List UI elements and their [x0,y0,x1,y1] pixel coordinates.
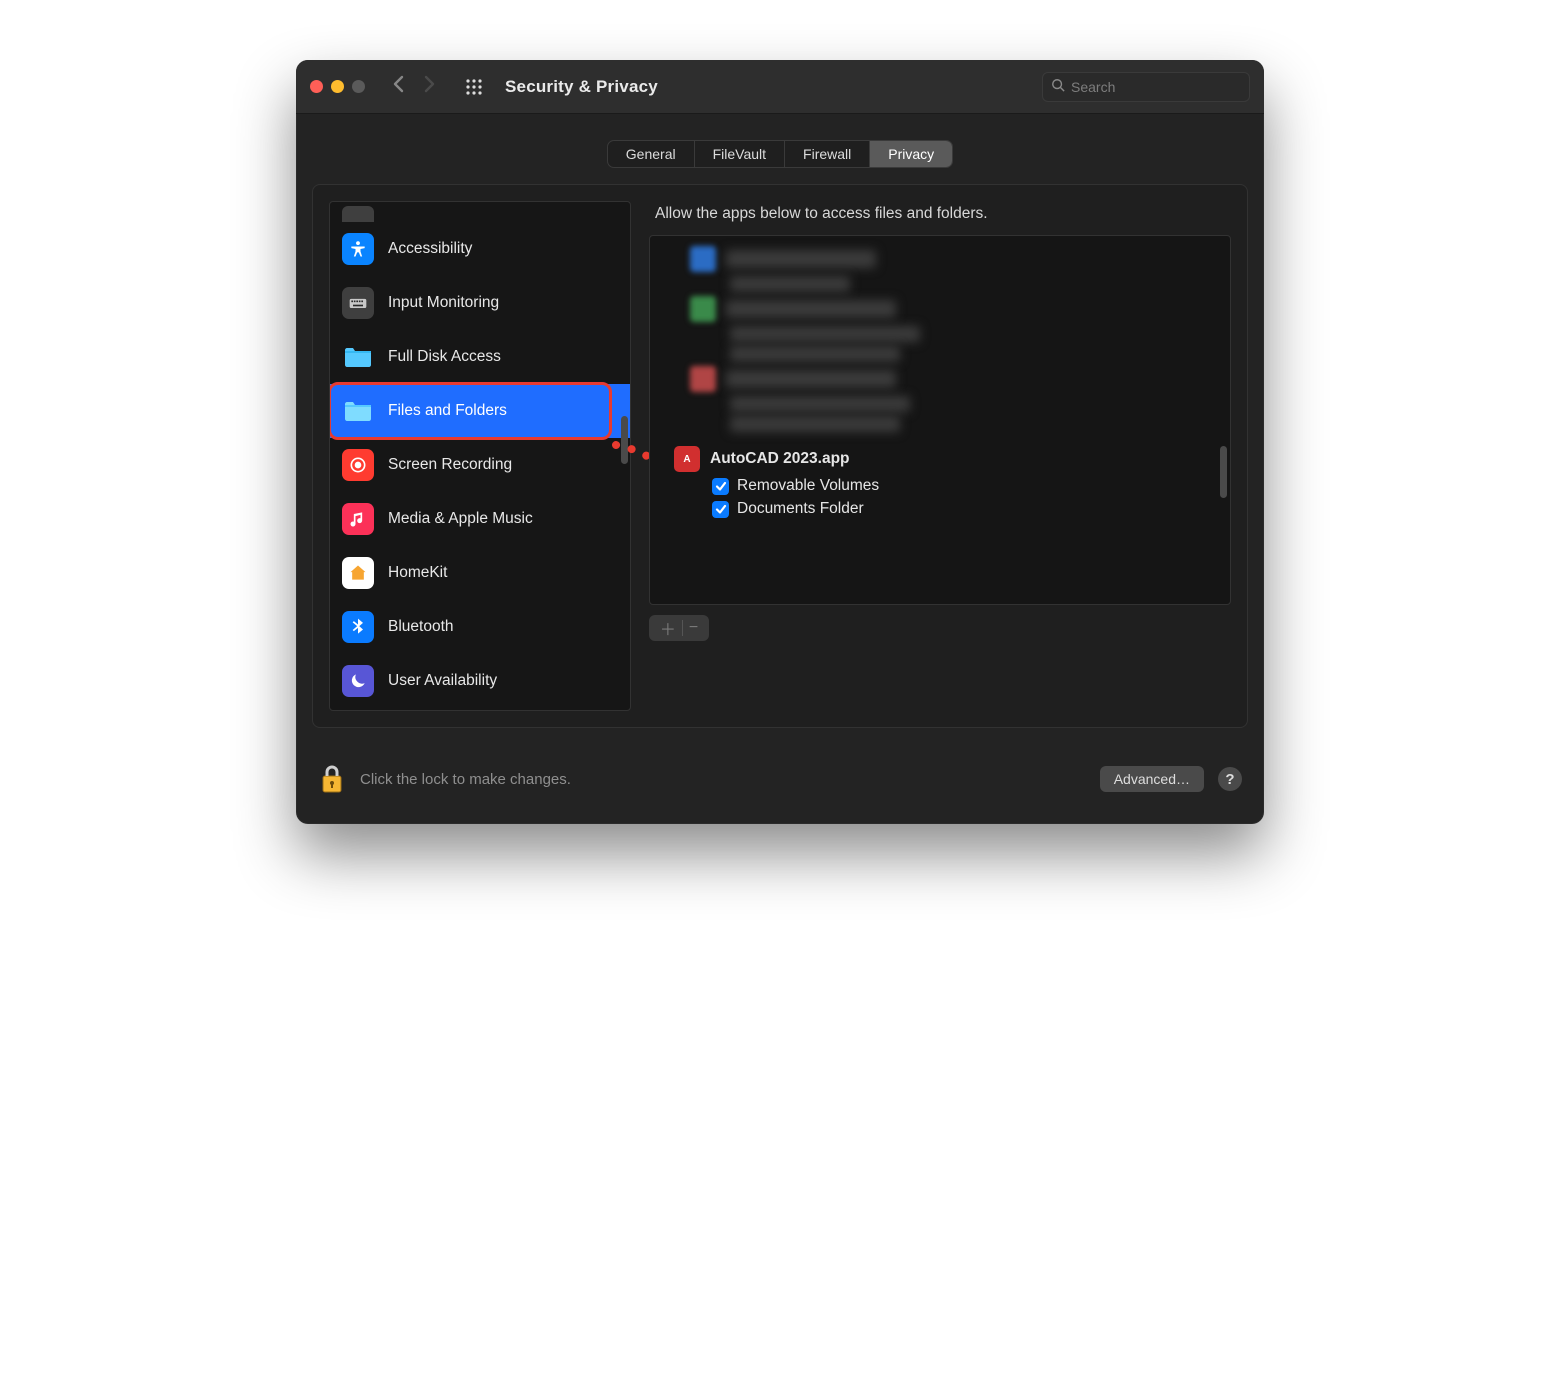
tab-filevault[interactable]: FileVault [695,141,785,167]
show-all-preferences-button[interactable] [465,78,483,96]
tabs: General FileVault Firewall Privacy [607,140,953,168]
sidebar-item-label: Input Monitoring [388,294,499,312]
lock-button[interactable] [318,762,346,796]
nav-controls [391,74,437,99]
privacy-panel: Accessibility Input Monitoring Full Disk… [312,184,1248,728]
sidebar-item-accessibility[interactable]: Accessibility [330,222,630,276]
divider [682,620,683,636]
record-icon [342,449,374,481]
tab-privacy[interactable]: Privacy [870,141,952,167]
redacted-apps [690,246,1216,432]
apps-list[interactable]: A AutoCAD 2023.app Removable Volumes D [649,235,1231,605]
titlebar: Security & Privacy [296,60,1264,114]
permission-label: Removable Volumes [737,477,879,495]
folder-icon [342,395,374,427]
sidebar-item-screen-recording[interactable]: Screen Recording [330,438,630,492]
tabs-group: General FileVault Firewall Privacy [296,114,1264,184]
sidebar-item-label: Accessibility [388,240,472,258]
sidebar-item-label: Media & Apple Music [388,510,533,528]
detail-header: Allow the apps below to access files and… [649,201,1231,235]
detail-pane: Allow the apps below to access files and… [649,201,1231,711]
add-remove-segment: ＋ − [649,615,709,641]
lock-hint-text: Click the lock to make changes. [360,771,571,788]
search-icon [1051,78,1065,95]
app-entry-autocad: A AutoCAD 2023.app Removable Volumes D [690,446,1216,518]
privacy-category-list[interactable]: Accessibility Input Monitoring Full Disk… [329,201,631,711]
help-button[interactable]: ? [1218,767,1242,791]
sidebar-item-label: User Availability [388,672,497,690]
sidebar-item-input-monitoring[interactable]: Input Monitoring [330,276,630,330]
add-button: ＋ [660,616,676,640]
accessibility-icon [342,233,374,265]
minimize-window-button[interactable] [331,80,344,93]
sidebar-item-user-availability[interactable]: User Availability [330,654,630,708]
tab-general[interactable]: General [608,141,695,167]
app-name-label: AutoCAD 2023.app [710,450,850,468]
permission-label: Documents Folder [737,500,864,518]
permission-documents-folder[interactable]: Documents Folder [690,495,1216,518]
sidebar-item-label: Files and Folders [388,402,507,420]
keyboard-icon [342,287,374,319]
sidebar-item-bluetooth[interactable]: Bluetooth [330,600,630,654]
bluetooth-icon [342,611,374,643]
sidebar-item-label: Full Disk Access [388,348,501,366]
footer: Click the lock to make changes. Advanced… [296,744,1264,824]
tab-firewall[interactable]: Firewall [785,141,870,167]
home-icon [342,557,374,589]
back-button[interactable] [391,74,407,99]
moon-icon [342,665,374,697]
sidebar-item-label: HomeKit [388,564,447,582]
window-title: Security & Privacy [505,77,658,97]
close-window-button[interactable] [310,80,323,93]
scrollbar-thumb[interactable] [1220,446,1227,498]
search-field[interactable] [1042,72,1250,102]
app-icon: A [674,446,700,472]
advanced-button[interactable]: Advanced… [1100,766,1204,792]
forward-button [421,74,437,99]
search-input[interactable] [1071,79,1241,95]
preferences-window: Security & Privacy General FileVault Fir… [296,60,1264,824]
sidebar-item-files-and-folders[interactable]: Files and Folders [330,384,630,438]
permission-removable-volumes[interactable]: Removable Volumes [690,472,1216,495]
checkbox-checked-icon[interactable] [712,501,729,518]
checkbox-checked-icon[interactable] [712,478,729,495]
sidebar-item-label: Screen Recording [388,456,512,474]
sidebar-item-label: Bluetooth [388,618,454,636]
sidebar-item-media-music[interactable]: Media & Apple Music [330,492,630,546]
window-controls [310,80,365,93]
scroll-peek-above [330,202,630,222]
remove-button: − [689,619,698,637]
music-icon [342,503,374,535]
zoom-window-button[interactable] [352,80,365,93]
folder-icon [342,341,374,373]
scrollbar-thumb[interactable] [621,416,628,464]
sidebar-item-homekit[interactable]: HomeKit [330,546,630,600]
sidebar-item-full-disk-access[interactable]: Full Disk Access [330,330,630,384]
